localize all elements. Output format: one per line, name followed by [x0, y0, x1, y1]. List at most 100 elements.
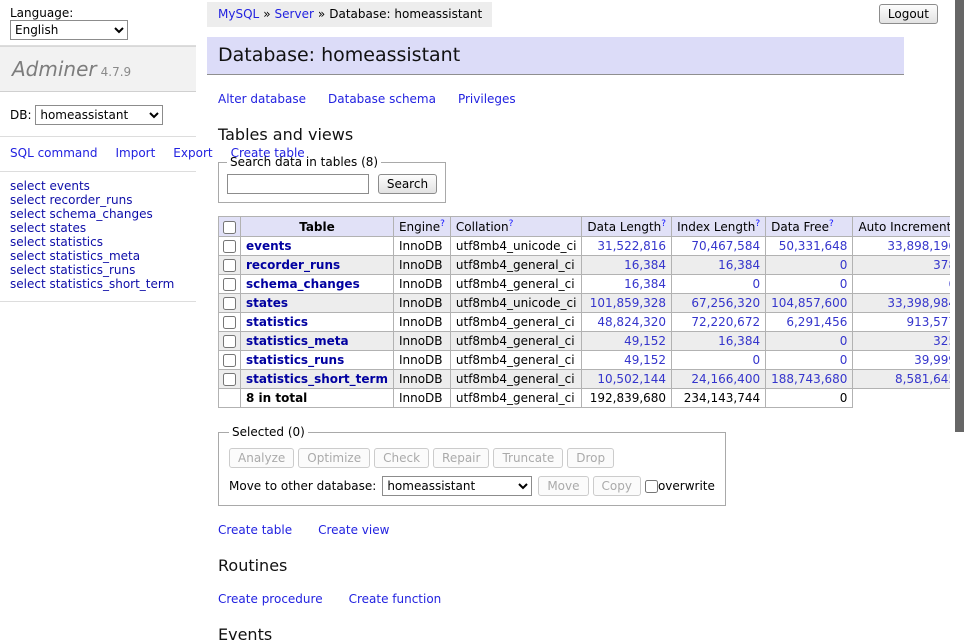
overwrite-checkbox[interactable] [645, 480, 658, 493]
page-title: Database: homeassistant [207, 37, 904, 75]
row-checkbox-recorder_runs[interactable] [223, 259, 236, 272]
row-checkbox-events[interactable] [223, 240, 236, 253]
sidebar-action-import[interactable]: Import [115, 146, 155, 160]
search-fieldset: Search data in tables (8) Search [218, 155, 446, 203]
breadcrumb: MySQL»Server»Database: homeassistant [207, 2, 492, 27]
sidebar-table-links: select eventsselect recorder_runsselect … [0, 172, 196, 302]
column-header-label: Index Length [677, 220, 755, 234]
logout-button[interactable]: Logout [879, 4, 938, 24]
move-row: Move to other database:homeassistantMove… [229, 476, 715, 496]
collation-cell: utf8mb4_general_ci [450, 370, 582, 389]
sidebar-select-statistics-runs[interactable]: select statistics_runs [10, 264, 188, 277]
index-length-cell: 70,467,584 [672, 237, 766, 256]
help-icon[interactable]: ? [829, 219, 834, 229]
search-input[interactable] [227, 174, 369, 194]
move-db-select[interactable]: homeassistant [382, 476, 532, 496]
database-links: Alter database Database schema Privileges [218, 92, 904, 106]
drop-button[interactable]: Drop [567, 448, 614, 468]
database-schema-link[interactable]: Database schema [328, 92, 436, 106]
check-button[interactable]: Check [374, 448, 429, 468]
auto-increment-cell: 33,398,984 [853, 294, 962, 313]
help-icon[interactable]: ? [661, 219, 666, 229]
totals-collation-cell: utf8mb4_general_ci [450, 389, 582, 408]
row-checkbox-statistics_meta[interactable] [223, 335, 236, 348]
sidebar-action-sql-command[interactable]: SQL command [10, 146, 97, 160]
help-icon[interactable]: ? [509, 219, 514, 229]
data-free-cell: 0 [766, 332, 853, 351]
search-button[interactable]: Search [378, 174, 437, 194]
sidebar-select-statistics-short-term[interactable]: select statistics_short_term [10, 278, 188, 291]
column-header-label: Table [299, 220, 335, 234]
privileges-link[interactable]: Privileges [458, 92, 516, 106]
engine-cell: InnoDB [393, 275, 450, 294]
data-length-cell: 16,384 [582, 256, 672, 275]
sidebar-select-events[interactable]: select events [10, 180, 188, 193]
alter-database-link[interactable]: Alter database [218, 92, 306, 106]
column-header-label: Data Length [587, 220, 661, 234]
select-all-checkbox[interactable] [223, 221, 236, 234]
create-procedure-link[interactable]: Create procedure [218, 592, 323, 606]
engine-cell: InnoDB [393, 313, 450, 332]
row-checkbox-cell [219, 256, 241, 275]
language-label: Language: [10, 6, 73, 20]
selected-fieldset: Selected (0) AnalyzeOptimizeCheckRepairT… [218, 425, 726, 506]
create-view-link[interactable]: Create view [318, 523, 389, 537]
analyze-button[interactable]: Analyze [229, 448, 294, 468]
table-link-recorder_runs[interactable]: recorder_runs [246, 258, 340, 272]
index-length-cell: 24,166,400 [672, 370, 766, 389]
data-length-cell: 31,522,816 [582, 237, 672, 256]
language-row: Language:English [0, 0, 196, 46]
table-link-statistics_meta[interactable]: statistics_meta [246, 334, 349, 348]
truncate-button[interactable]: Truncate [493, 448, 563, 468]
sidebar-select-recorder-runs[interactable]: select recorder_runs [10, 194, 188, 207]
totals-engine-cell: InnoDB [393, 389, 450, 408]
collation-cell: utf8mb4_general_ci [450, 351, 582, 370]
table-name-cell: statistics_meta [241, 332, 394, 351]
data-free-cell: 0 [766, 256, 853, 275]
row-checkbox-statistics_short_term[interactable] [223, 373, 236, 386]
sidebar-select-schema-changes[interactable]: select schema_changes [10, 208, 188, 221]
sidebar-select-states[interactable]: select states [10, 222, 188, 235]
auto-increment-cell: 33,898,196 [853, 237, 962, 256]
sidebar-select-statistics[interactable]: select statistics [10, 236, 188, 249]
table-link-statistics[interactable]: statistics [246, 315, 308, 329]
table-link-schema_changes[interactable]: schema_changes [246, 277, 360, 291]
data-free-cell: 0 [766, 351, 853, 370]
table-link-events[interactable]: events [246, 239, 292, 253]
engine-cell: InnoDB [393, 294, 450, 313]
repair-button[interactable]: Repair [433, 448, 489, 468]
row-checkbox-cell [219, 332, 241, 351]
breadcrumb-link-mysql[interactable]: MySQL [218, 7, 259, 21]
move-button[interactable]: Move [538, 476, 588, 496]
table-link-statistics_runs[interactable]: statistics_runs [246, 353, 344, 367]
row-checkbox-statistics[interactable] [223, 316, 236, 329]
create-table-link[interactable]: Create table [218, 523, 292, 537]
table-name-cell: states [241, 294, 394, 313]
table-link-states[interactable]: states [246, 296, 288, 310]
table-row-states: statesInnoDButf8mb4_unicode_ci101,859,32… [219, 294, 966, 313]
row-checkbox-cell [219, 275, 241, 294]
help-icon[interactable]: ? [440, 219, 445, 229]
row-checkbox-cell [219, 351, 241, 370]
create-function-link[interactable]: Create function [349, 592, 442, 606]
scrollbar-thumb[interactable] [955, 0, 964, 432]
row-checkbox-states[interactable] [223, 297, 236, 310]
optimize-button[interactable]: Optimize [298, 448, 370, 468]
table-link-statistics_short_term[interactable]: statistics_short_term [246, 372, 388, 386]
row-checkbox-statistics_runs[interactable] [223, 354, 236, 367]
column-header-label: Engine [399, 220, 440, 234]
help-icon[interactable]: ? [755, 219, 760, 229]
sidebar-select-statistics-meta[interactable]: select statistics_meta [10, 250, 188, 263]
totals-row: 8 in totalInnoDButf8mb4_general_ci192,83… [219, 389, 966, 408]
row-checkbox-schema_changes[interactable] [223, 278, 236, 291]
db-select[interactable]: homeassistant [35, 105, 163, 125]
index-length-cell: 67,256,320 [672, 294, 766, 313]
breadcrumb-current: Database: homeassistant [329, 7, 482, 21]
table-name-cell: events [241, 237, 394, 256]
breadcrumb-link-server[interactable]: Server [275, 7, 314, 21]
auto-increment-cell: 913,577 [853, 313, 962, 332]
vertical-scrollbar [950, 0, 966, 543]
move-buttons: MoveCopy [538, 479, 645, 493]
language-select[interactable]: English [10, 20, 128, 40]
copy-button[interactable]: Copy [593, 476, 641, 496]
